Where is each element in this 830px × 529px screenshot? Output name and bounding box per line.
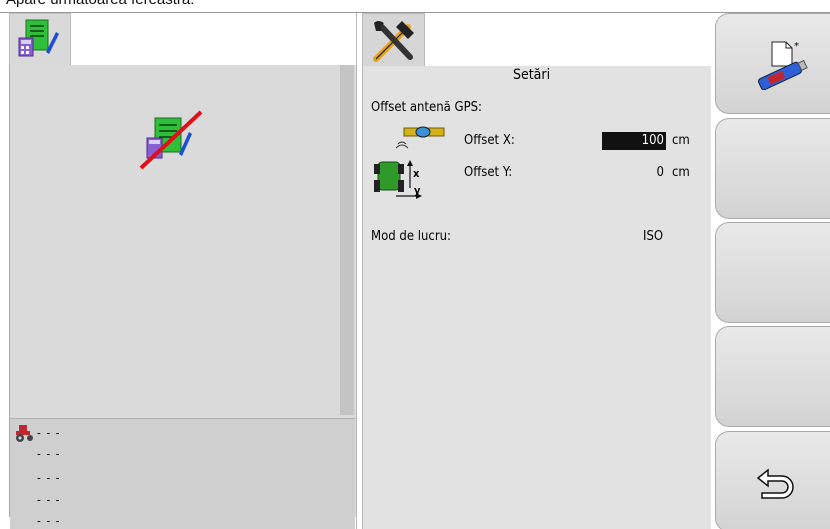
left-status-area (10, 418, 355, 529)
documentation-icon (18, 19, 59, 57)
new-document-usb-icon: * (758, 41, 808, 90)
back-icon (756, 468, 794, 499)
tools-icon (373, 21, 414, 62)
offset-y-unit: cm (672, 165, 690, 180)
work-mode-value[interactable]: ISO (643, 229, 663, 244)
offset-x-input[interactable]: 100 (602, 132, 666, 150)
work-mode-label: Mod de lucru: (371, 229, 451, 244)
no-documentation-icon (139, 110, 203, 170)
status-line-3: - - - (37, 471, 61, 485)
tab-settings[interactable] (362, 13, 425, 66)
page-caption: Apare următoarea fereastră: (6, 0, 194, 8)
status-line-1: - - - (37, 426, 61, 440)
offset-y-label: Offset Y: (464, 165, 513, 180)
softkey-back[interactable] (715, 431, 830, 529)
softkey-4[interactable] (715, 326, 830, 427)
status-line-5: - - - (37, 514, 61, 528)
status-line-4: - - - (37, 493, 61, 507)
softkey-3[interactable] (715, 222, 830, 323)
settings-title: Setări (513, 67, 551, 83)
axis-x-label: x (413, 167, 420, 180)
softkey-2[interactable] (715, 118, 830, 219)
svg-text:*: * (794, 41, 799, 52)
tractor-icon (16, 425, 33, 442)
status-line-2: - - - (37, 447, 61, 461)
gps-offset-label: Offset antenă GPS: (371, 100, 482, 115)
softkey-new-document-usb[interactable]: * (715, 13, 830, 114)
offset-y-input[interactable]: 0 (602, 165, 666, 180)
tab-documentation[interactable] (9, 13, 71, 65)
offset-x-unit: cm (672, 133, 690, 148)
axis-y-label: y (414, 184, 421, 197)
offset-x-label: Offset X: (464, 133, 515, 148)
gps-antenna-offset-icon (374, 126, 445, 199)
left-scrollbar[interactable] (340, 65, 354, 415)
